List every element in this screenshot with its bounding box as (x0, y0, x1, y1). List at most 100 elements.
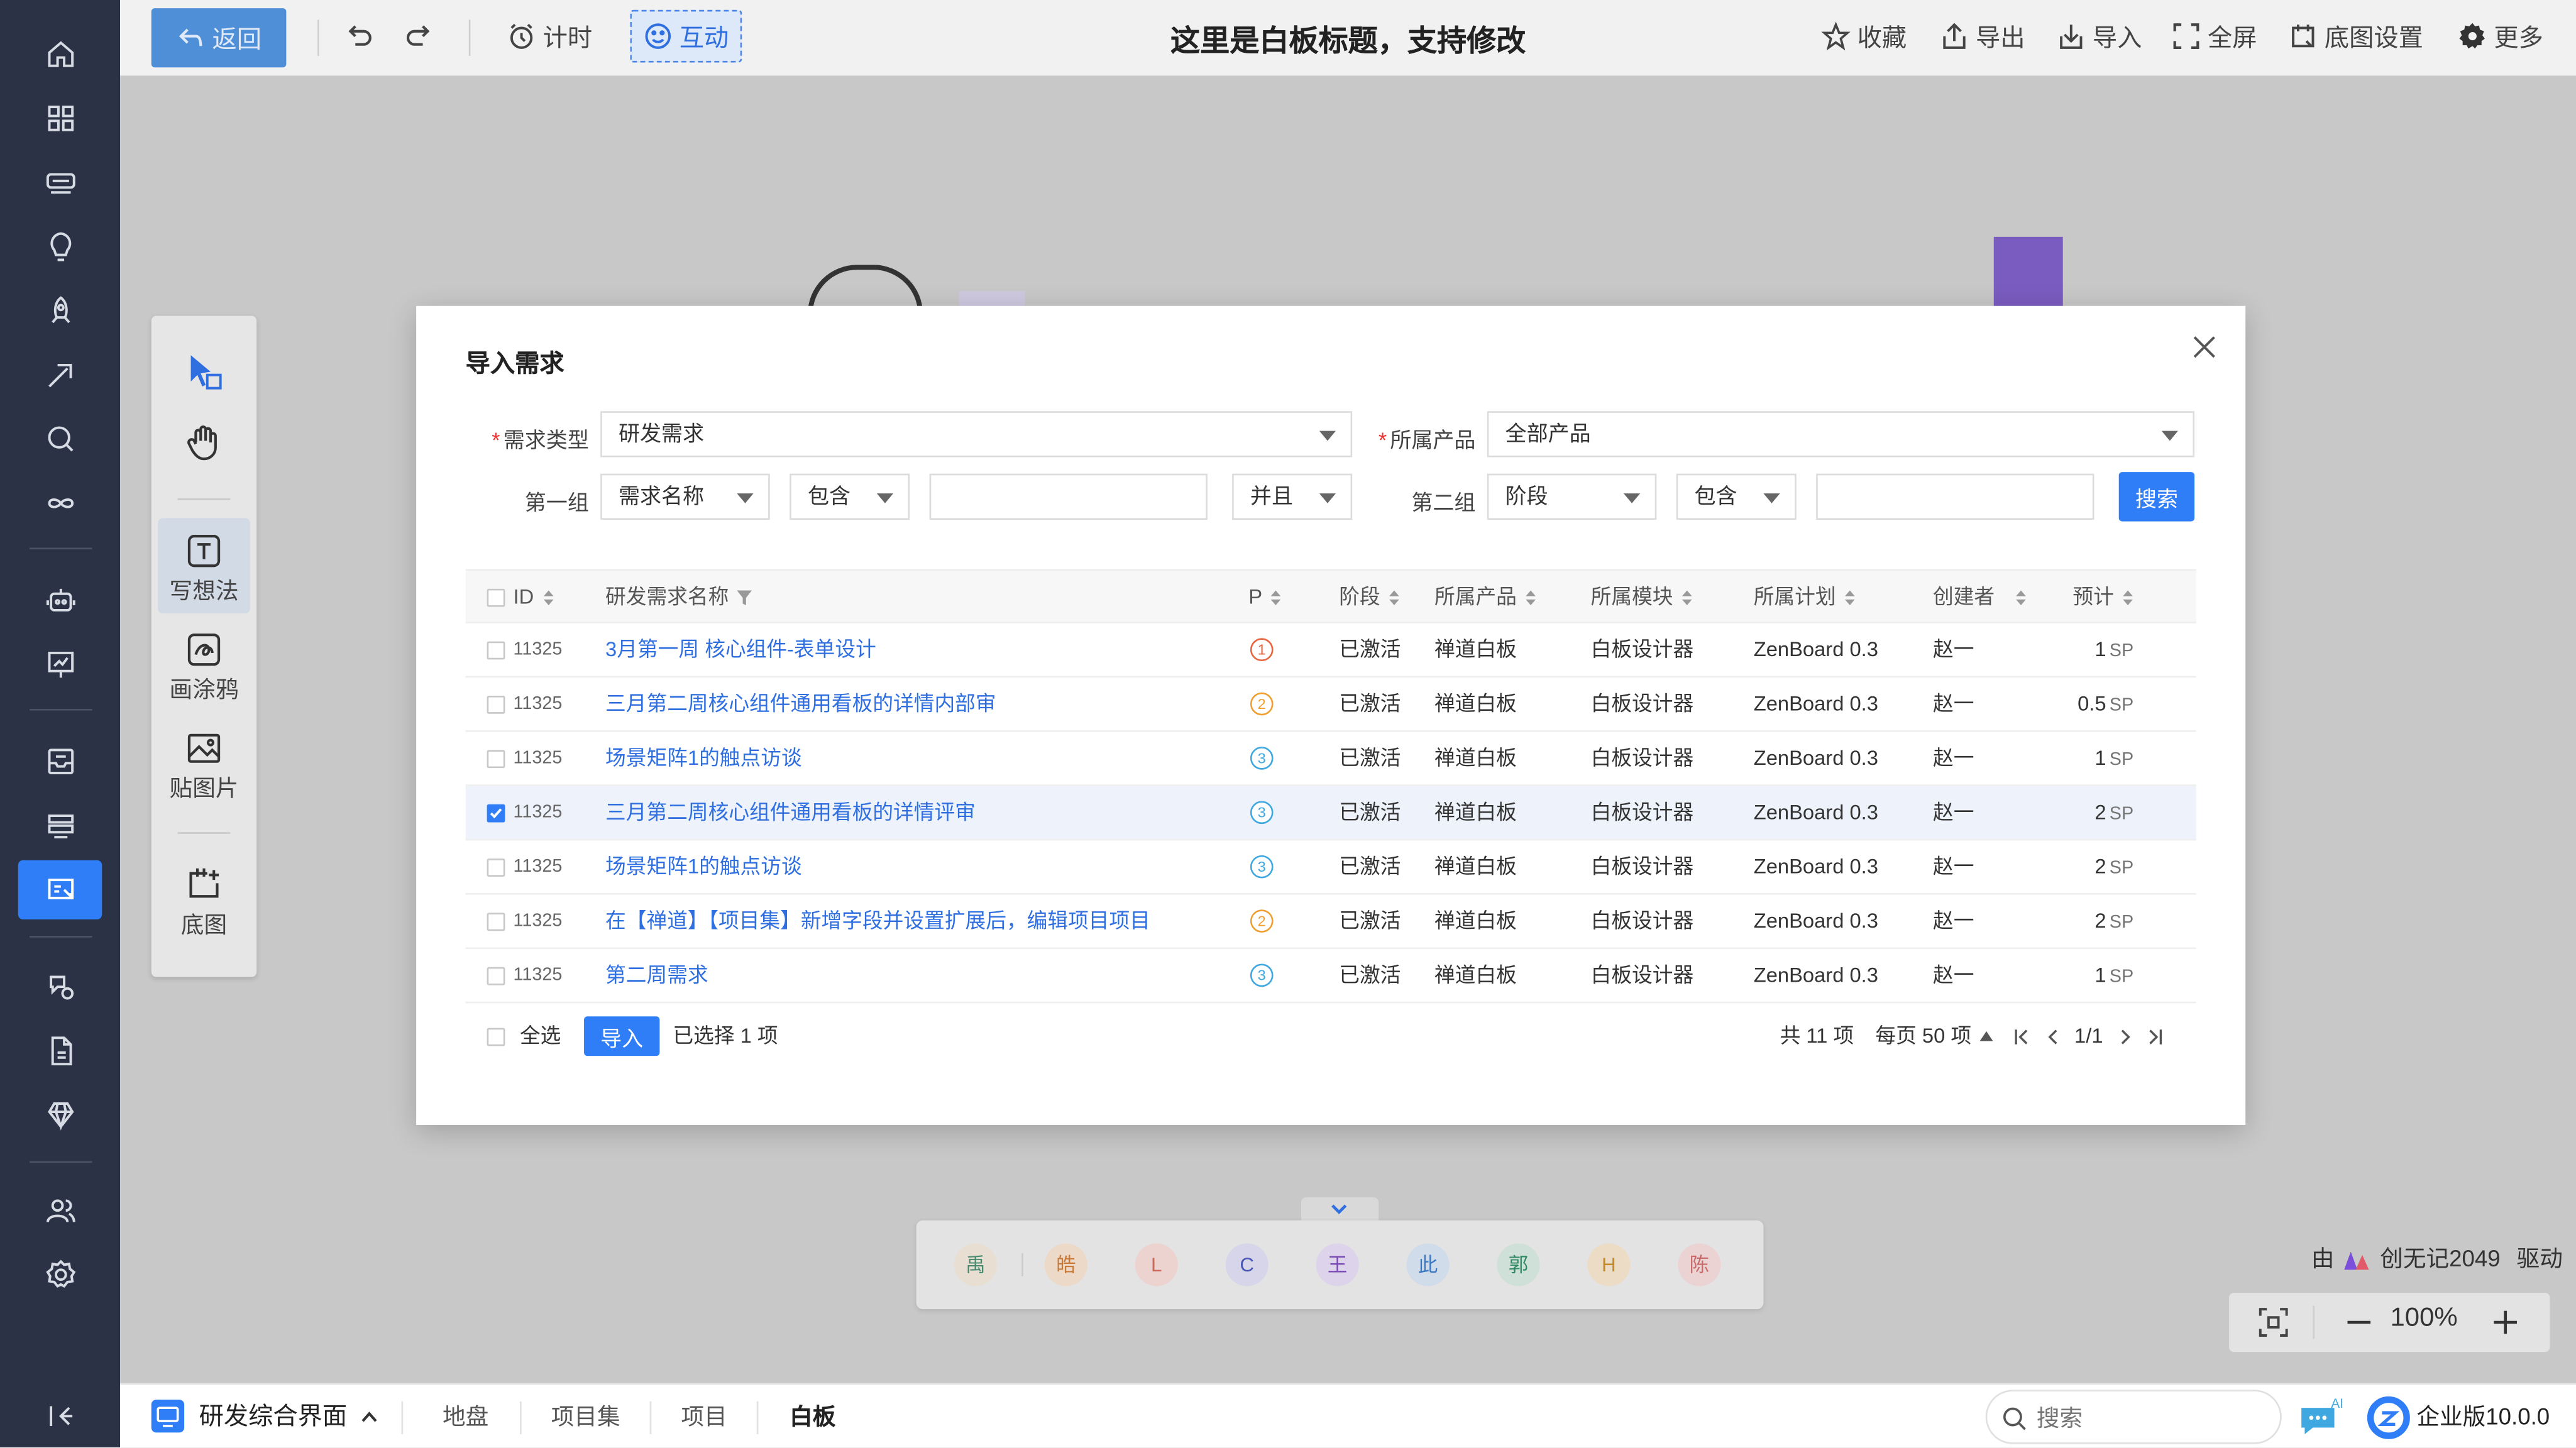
row-name-link[interactable]: 3月第一周 核心组件-表单设计 (605, 623, 876, 677)
col-estimate[interactable]: 预计 (2072, 571, 2133, 625)
row-checkbox[interactable] (487, 641, 505, 660)
row-checkbox[interactable] (487, 967, 505, 985)
tab-project[interactable]: 项目 (681, 1385, 727, 1447)
avatar[interactable]: 皓 (1044, 1243, 1087, 1286)
tab-home[interactable]: 地盘 (443, 1385, 488, 1447)
fit-screen-icon[interactable] (2257, 1306, 2290, 1339)
caret-up-icon[interactable] (1979, 1029, 1994, 1043)
global-search[interactable] (1985, 1390, 2282, 1444)
avatar[interactable]: L (1135, 1243, 1178, 1286)
group2-op-select[interactable]: 包含 (1676, 473, 1797, 520)
search-nav-icon[interactable] (40, 418, 82, 461)
home-icon[interactable] (40, 33, 82, 75)
group1-value-input[interactable] (929, 473, 1208, 520)
search-button[interactable]: 搜索 (2118, 472, 2195, 522)
infinity-icon[interactable] (40, 482, 82, 525)
first-page-icon[interactable] (2013, 1028, 2030, 1046)
col-module[interactable]: 所属模块 (1591, 571, 1693, 625)
table-row[interactable]: 11325 场景矩阵1的触点访谈 3 已激活 禅道白板 白板设计器 ZenBoa… (465, 840, 2196, 895)
close-icon[interactable] (2189, 332, 2219, 362)
col-name[interactable]: 研发需求名称 (605, 571, 752, 625)
join-select[interactable]: 并且 (1232, 473, 1353, 520)
write-tool[interactable]: 写想法 (158, 531, 250, 606)
bg-settings-button[interactable]: 底图设置 (2288, 13, 2423, 59)
header-checkbox[interactable] (487, 588, 505, 607)
table-row[interactable]: 11325 场景矩阵1的触点访谈 3 已激活 禅道白板 白板设计器 ZenBoa… (465, 732, 2196, 786)
avatar[interactable]: 禹 (954, 1243, 997, 1286)
row-name-link[interactable]: 在【禅道】【项目集】新增字段并设置扩展后，编辑项目项目 (605, 895, 1150, 949)
tab-whiteboard[interactable]: 白板 (790, 1385, 835, 1447)
redo-button[interactable] (403, 13, 432, 59)
global-search-input[interactable] (2033, 1398, 2271, 1438)
settings-icon[interactable] (40, 1253, 82, 1296)
select-all-checkbox[interactable] (487, 1028, 505, 1046)
avatar[interactable]: 陈 (1678, 1243, 1721, 1286)
canvas-shape-purple-note[interactable] (1993, 236, 2063, 314)
back-button[interactable]: 返回 (151, 8, 287, 68)
timer-button[interactable]: 计时 (507, 13, 592, 59)
feedback-icon[interactable] (40, 965, 82, 1008)
col-id[interactable]: ID (514, 571, 554, 625)
select-tool[interactable] (158, 352, 250, 395)
avatar[interactable]: C (1225, 1243, 1269, 1286)
undo-button[interactable] (346, 13, 375, 59)
diamond-icon[interactable] (40, 1094, 82, 1136)
fullscreen-button[interactable]: 全屏 (2171, 13, 2257, 59)
robot-icon[interactable] (40, 579, 82, 622)
lightbulb-icon[interactable] (40, 226, 82, 268)
avatar[interactable]: 此 (1406, 1243, 1450, 1286)
per-page-select[interactable]: 每页 50 项 (1875, 1010, 1971, 1064)
chevron-up-icon[interactable] (360, 1410, 378, 1425)
document-icon[interactable] (40, 1029, 82, 1072)
type-select[interactable]: 研发需求 (600, 411, 1353, 458)
next-page-icon[interactable] (2119, 1028, 2132, 1046)
row-name-link[interactable]: 三月第二周核心组件通用看板的详情评审 (605, 786, 976, 840)
hand-tool[interactable] (158, 423, 250, 466)
row-checkbox[interactable] (487, 695, 505, 714)
collapse-sidebar-icon[interactable] (40, 1395, 82, 1437)
row-name-link[interactable]: 三月第二周核心组件通用看板的详情内部审 (605, 677, 996, 732)
row-checkbox[interactable] (487, 913, 505, 931)
row-checkbox-checked[interactable] (487, 804, 505, 823)
grid-icon[interactable] (40, 97, 82, 140)
import-toolbar-button[interactable]: 导入 (2056, 13, 2142, 59)
inbox-icon[interactable] (40, 740, 82, 783)
image-tool[interactable]: 贴图片 (158, 728, 250, 804)
avatar[interactable]: 郭 (1497, 1243, 1540, 1286)
group1-op-select[interactable]: 包含 (790, 473, 910, 520)
participants-toggle[interactable] (1301, 1197, 1379, 1220)
import-button[interactable]: 导入 (584, 1016, 660, 1056)
group2-value-input[interactable] (1816, 473, 2094, 520)
col-creator[interactable]: 创建者 (1933, 571, 2026, 625)
users-icon[interactable] (40, 1189, 82, 1232)
avatar[interactable]: 王 (1316, 1243, 1359, 1286)
zoom-out-icon[interactable] (2344, 1308, 2374, 1337)
table-row[interactable]: 11325 三月第二周核心组件通用看板的详情内部审 2 已激活 禅道白板 白板设… (465, 677, 2196, 732)
group2-field-select[interactable]: 阶段 (1487, 473, 1657, 520)
product-select[interactable]: 全部产品 (1487, 411, 2195, 458)
interact-button[interactable]: 互动 (630, 9, 742, 63)
more-button[interactable]: 更多 (2458, 13, 2543, 59)
table-row[interactable]: 11325 在【禅道】【项目集】新增字段并设置扩展后，编辑项目项目 2 已激活 … (465, 895, 2196, 950)
background-tool[interactable]: 底图 (158, 865, 250, 941)
row-name-link[interactable]: 第二周需求 (605, 949, 708, 1003)
table-row[interactable]: 11325 3月第一周 核心组件-表单设计 1 已激活 禅道白板 白板设计器 Z… (465, 623, 2196, 678)
row-name-link[interactable]: 场景矩阵1的触点访谈 (605, 732, 802, 786)
row-checkbox[interactable] (487, 858, 505, 877)
draw-tool[interactable]: 画涂鸦 (158, 630, 250, 705)
chart-board-icon[interactable] (40, 643, 82, 686)
prev-page-icon[interactable] (2047, 1028, 2060, 1046)
row-name-link[interactable]: 场景矩阵1的触点访谈 (605, 840, 802, 894)
col-plan[interactable]: 所属计划 (1754, 571, 1856, 625)
last-page-icon[interactable] (2147, 1028, 2163, 1046)
avatar[interactable]: H (1587, 1243, 1631, 1286)
ai-chat-icon[interactable]: AI (2298, 1395, 2348, 1437)
program-icon[interactable] (40, 161, 82, 204)
workspace-switcher[interactable]: 研发综合界面 (199, 1385, 348, 1447)
export-button[interactable]: 导出 (1939, 13, 2025, 59)
col-stage[interactable]: 阶段 (1339, 571, 1400, 625)
table-row[interactable]: 11325 第二周需求 3 已激活 禅道白板 白板设计器 ZenBoard 0.… (465, 949, 2196, 1004)
rocket-icon[interactable] (40, 290, 82, 332)
group1-field-select[interactable]: 需求名称 (600, 473, 770, 520)
layers-icon[interactable] (40, 804, 82, 847)
